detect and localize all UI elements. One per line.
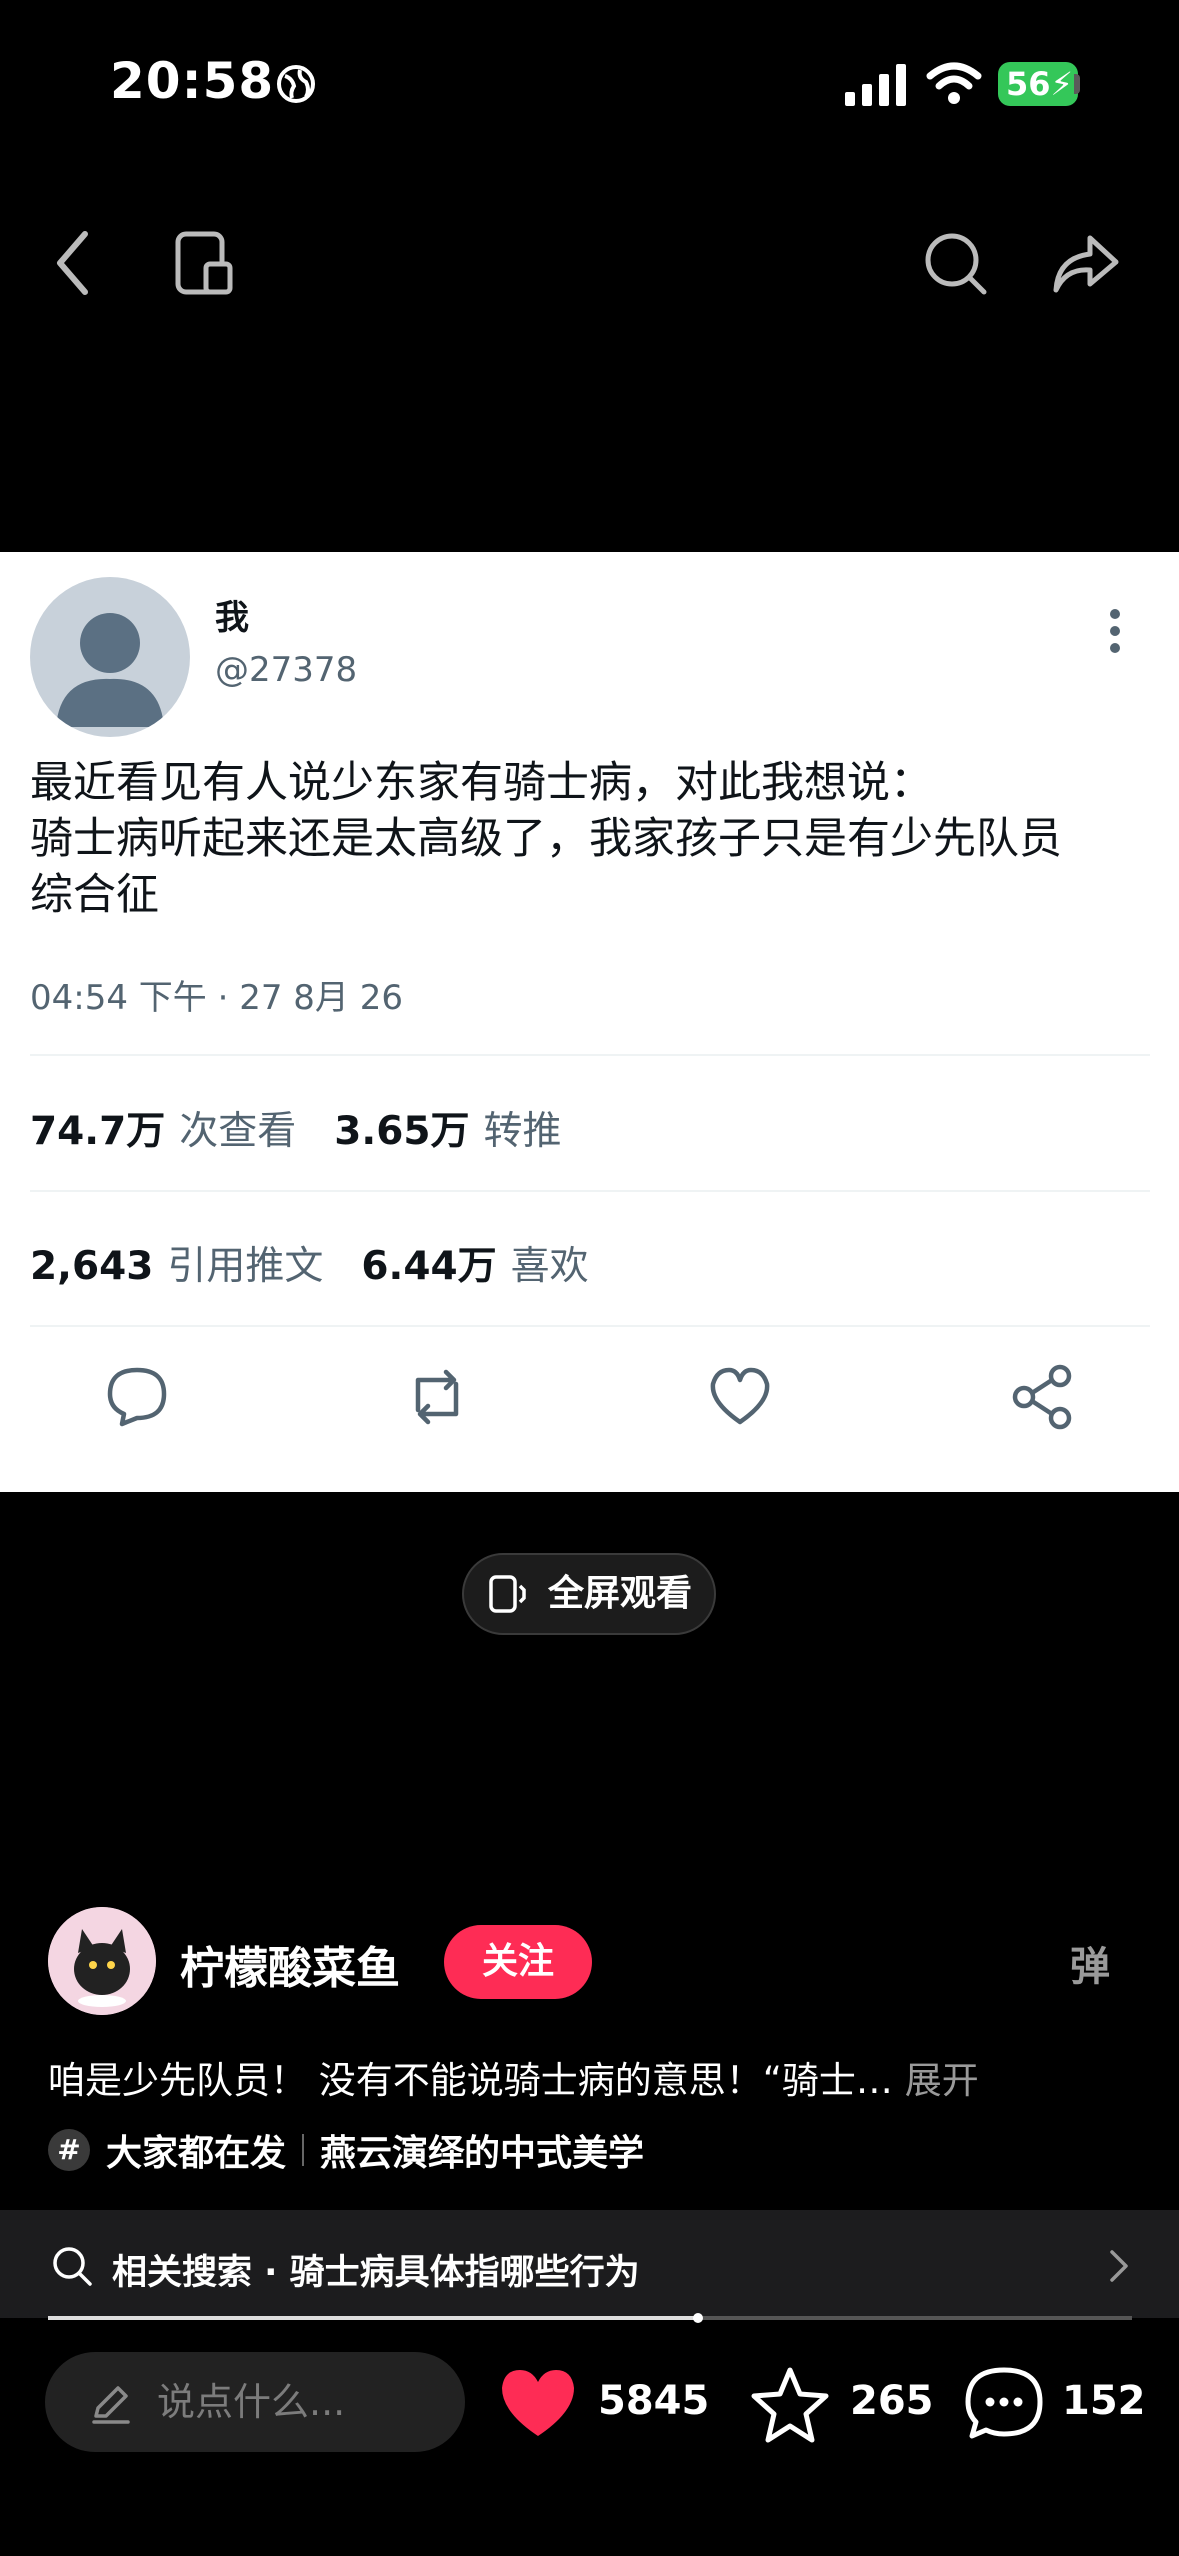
related-search-text[interactable]: 相关搜索 · 骑士病具体指哪些行为 bbox=[112, 2244, 640, 2295]
progress-fill bbox=[48, 2316, 698, 2320]
heart-icon[interactable] bbox=[498, 2364, 578, 2444]
retweets-count: 3.65万 bbox=[334, 1109, 470, 1154]
like-count: 5845 bbox=[598, 2378, 710, 2424]
tweet-timestamp: 04:54 下午 · 27 8月 26 bbox=[30, 978, 403, 1018]
stats-row-views: 74.7万 次查看 3.65万 转推 bbox=[30, 1100, 600, 1156]
caption-expand[interactable]: 展开 bbox=[905, 2059, 979, 2102]
back-icon[interactable] bbox=[40, 228, 110, 298]
signal-icon bbox=[845, 64, 906, 106]
tweet-text-line: 骑士病听起来还是太高级了，我家孩子只是有少先队员 bbox=[30, 814, 1062, 864]
tweet-text: 最近看见有人说少东家有骑士病，对此我想说： 骑士病听起来还是太高级了，我家孩子只… bbox=[30, 755, 1160, 923]
quotes-count: 2,643 bbox=[30, 1244, 154, 1289]
likes-count: 6.44万 bbox=[361, 1244, 497, 1289]
mini-window-icon[interactable] bbox=[170, 228, 240, 298]
favorite-count: 265 bbox=[850, 2378, 934, 2424]
star-icon[interactable] bbox=[750, 2364, 830, 2444]
follow-button[interactable]: 关注 bbox=[444, 1925, 592, 1999]
tweet-handle: @27378 bbox=[215, 650, 358, 690]
views-label: 次查看 bbox=[179, 1109, 297, 1154]
globe-icon bbox=[277, 65, 315, 103]
hashtag-icon: # bbox=[48, 2129, 90, 2171]
comment-icon[interactable] bbox=[964, 2364, 1044, 2444]
comment-count: 152 bbox=[1062, 2378, 1146, 2424]
avatar[interactable] bbox=[30, 577, 190, 737]
battery-indicator: 56⚡ bbox=[998, 62, 1078, 106]
search-icon bbox=[53, 2247, 92, 2286]
tweet-text-line: 综合征 bbox=[30, 870, 159, 920]
fullscreen-icon bbox=[489, 1575, 526, 1613]
danmu-toggle[interactable]: 弹 bbox=[1070, 1934, 1110, 1992]
retweet-icon[interactable] bbox=[402, 1362, 472, 1432]
tweet-author-name: 我 bbox=[215, 598, 249, 638]
tag-row: # 大家都在发 燕云演绎的中式美学 bbox=[48, 2124, 644, 2176]
chevron-right-icon[interactable] bbox=[1102, 2244, 1136, 2288]
author-avatar[interactable] bbox=[48, 1907, 156, 2015]
author-name[interactable]: 柠檬酸菜鱼 bbox=[180, 1932, 400, 1996]
search-icon[interactable] bbox=[920, 228, 990, 298]
status-time: 20:58 bbox=[110, 52, 275, 110]
divider bbox=[30, 1054, 1150, 1056]
tag-item[interactable]: 燕云演绎的中式美学 bbox=[320, 2124, 644, 2176]
share-tweet-icon[interactable] bbox=[1008, 1362, 1078, 1432]
reply-icon[interactable] bbox=[102, 1362, 172, 1432]
quotes-label: 引用推文 bbox=[167, 1244, 324, 1289]
tag-separator bbox=[302, 2134, 305, 2166]
caption-text: 咱是少先队员！ 没有不能说骑士病的意思！“骑士… bbox=[48, 2059, 893, 2102]
likes-label: 喜欢 bbox=[510, 1244, 589, 1289]
battery-tip bbox=[1074, 74, 1080, 94]
tag-item[interactable]: 大家都在发 bbox=[106, 2124, 286, 2176]
wifi-icon bbox=[926, 62, 982, 104]
more-icon[interactable] bbox=[1100, 608, 1130, 654]
progress-handle[interactable] bbox=[693, 2313, 703, 2323]
pen-icon bbox=[92, 2386, 130, 2424]
share-icon[interactable] bbox=[1050, 228, 1120, 298]
video-caption[interactable]: 咱是少先队员！ 没有不能说骑士病的意思！“骑士… 展开 bbox=[48, 2050, 1128, 2104]
tweet-text-line: 最近看见有人说少东家有骑士病，对此我想说： bbox=[30, 758, 933, 808]
views-count: 74.7万 bbox=[30, 1109, 166, 1154]
like-icon[interactable] bbox=[705, 1362, 775, 1432]
divider bbox=[30, 1190, 1150, 1192]
divider bbox=[30, 1325, 1150, 1327]
retweets-label: 转推 bbox=[483, 1109, 562, 1154]
stats-row-likes: 2,643 引用推文 6.44万 喜欢 bbox=[30, 1235, 627, 1291]
